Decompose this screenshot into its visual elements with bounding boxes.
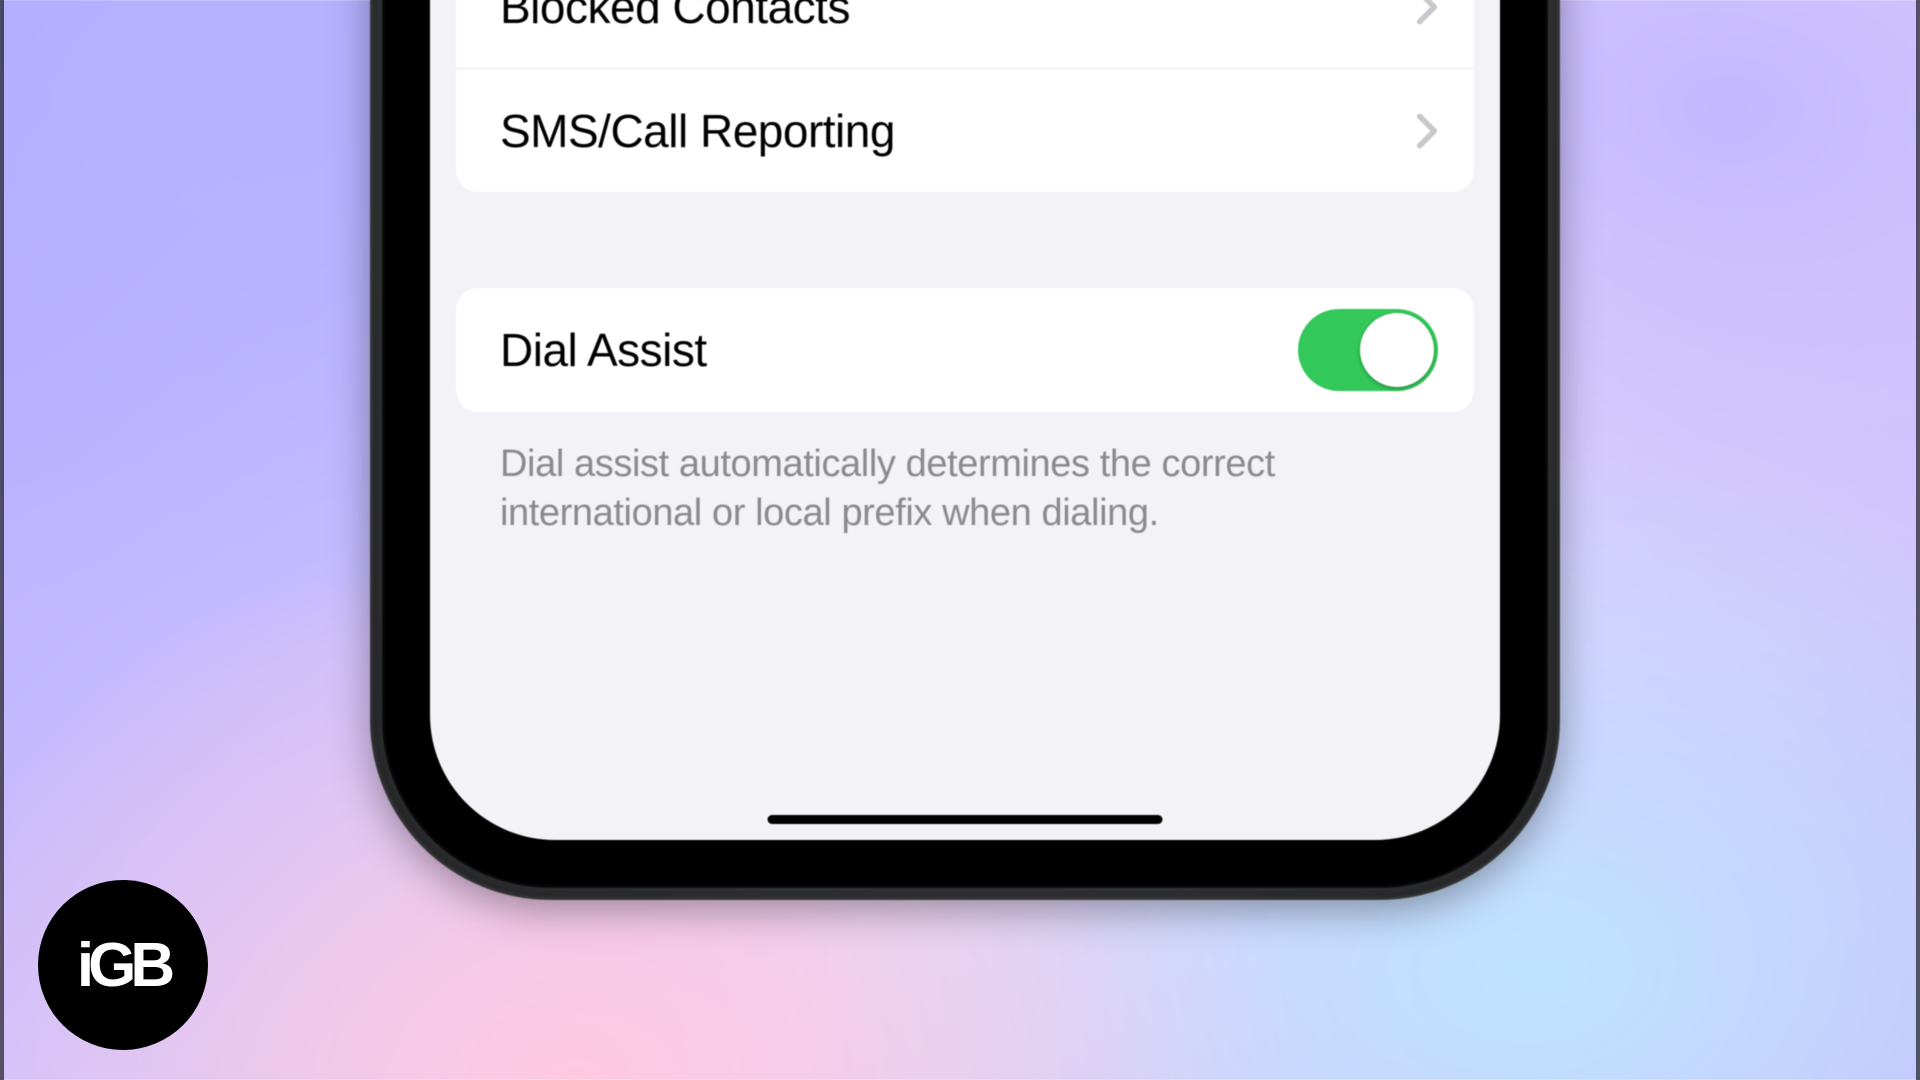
row-label: SMS/Call Reporting	[500, 104, 895, 158]
settings-phone-section: Call Blocking & Identification Blocked C…	[430, 0, 1500, 780]
toggle-knob	[1360, 313, 1434, 387]
dial-assist-toggle[interactable]	[1298, 309, 1438, 391]
settings-card-call-management: Call Blocking & Identification Blocked C…	[456, 0, 1474, 192]
settings-card-dial-assist: Dial Assist	[456, 288, 1474, 412]
dial-assist-label: Dial Assist	[500, 323, 707, 377]
iphone-frame: Call Blocking & Identification Blocked C…	[370, 0, 1560, 900]
chevron-right-icon	[1416, 0, 1438, 27]
iphone-screen: Call Blocking & Identification Blocked C…	[430, 0, 1500, 840]
crop-bar-left	[0, 0, 4, 1080]
chevron-right-icon	[1416, 111, 1438, 151]
igb-logo-badge: iGB	[38, 880, 208, 1050]
home-indicator[interactable]	[768, 815, 1163, 824]
igb-logo-text: iGB	[77, 930, 169, 1001]
dial-assist-description: Dial assist automatically determines the…	[456, 440, 1474, 537]
row-sms-call-reporting[interactable]: SMS/Call Reporting	[456, 68, 1474, 192]
row-label: Blocked Contacts	[500, 0, 850, 34]
row-blocked-contacts[interactable]: Blocked Contacts	[456, 0, 1474, 68]
iphone-bezel: Call Blocking & Identification Blocked C…	[382, 0, 1548, 888]
row-dial-assist: Dial Assist	[456, 288, 1474, 412]
crop-bar-right	[1916, 0, 1920, 1080]
